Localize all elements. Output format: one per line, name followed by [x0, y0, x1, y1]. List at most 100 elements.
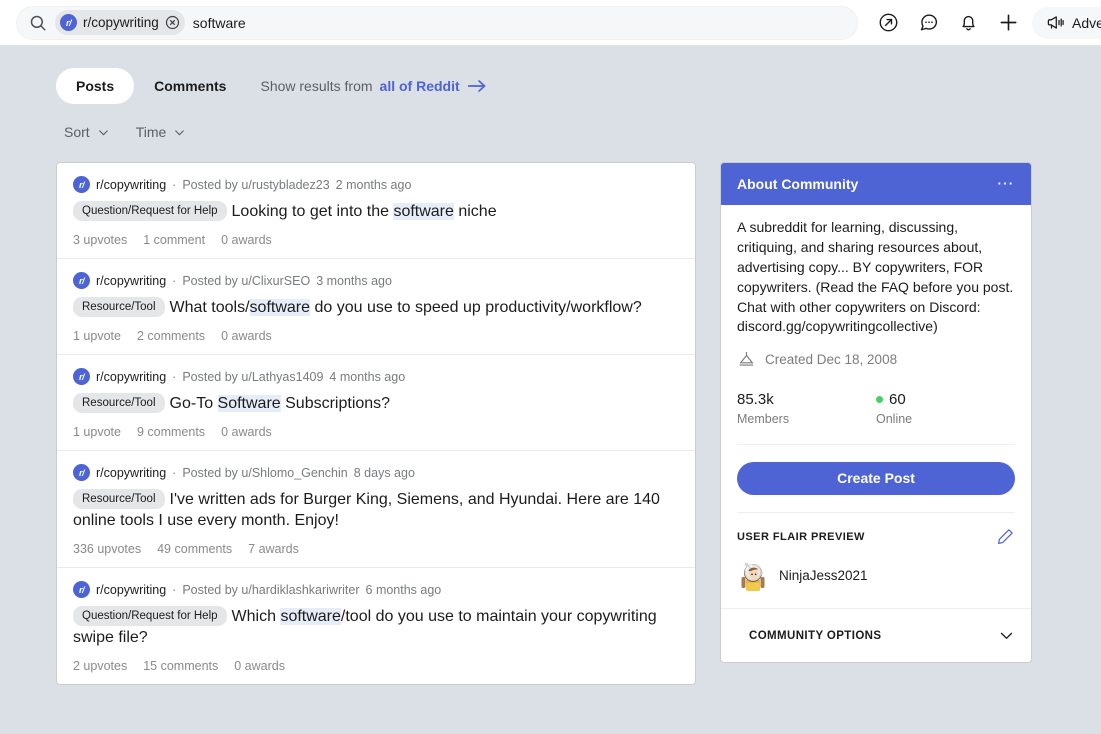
online-count: 60	[889, 391, 906, 408]
all-of-reddit-link[interactable]: all of Reddit	[380, 78, 460, 94]
search-result-tabs: Posts Comments Show results from all of …	[0, 46, 1101, 104]
post-title-post: do you use to speed up productivity/work…	[310, 299, 642, 316]
post-subreddit[interactable]: r/copywriting	[96, 370, 166, 384]
subreddit-icon: r/	[73, 581, 90, 598]
user-flair-header: USER FLAIR PREVIEW	[737, 527, 1015, 546]
subreddit-icon: r/	[73, 272, 90, 289]
post-author[interactable]: Posted by u/Shlomo_Genchin	[182, 466, 347, 480]
post-awards: 0 awards	[221, 425, 272, 439]
meta-separator: ·	[172, 466, 176, 480]
advertise-button[interactable]: Adve	[1032, 7, 1101, 39]
post-meta: r/ r/copywriting · Posted by u/hardiklas…	[73, 581, 679, 598]
post-title[interactable]: Question/Request for HelpWhich software/…	[73, 607, 679, 649]
arrow-right-icon[interactable]	[467, 78, 487, 94]
online-label: Online	[876, 412, 1015, 426]
post-title-highlight: software	[393, 203, 453, 220]
post-comments[interactable]: 15 comments	[143, 659, 218, 673]
post-meta: r/ r/copywriting · Posted by u/Lathyas14…	[73, 368, 679, 385]
post-subreddit[interactable]: r/copywriting	[96, 583, 166, 597]
post-title[interactable]: Question/Request for HelpLooking to get …	[73, 202, 679, 223]
overflow-menu-icon[interactable]: ⋯	[997, 180, 1016, 188]
meta-separator: ·	[172, 178, 176, 192]
post-comments[interactable]: 2 comments	[137, 329, 205, 343]
subreddit-filter-chip[interactable]: r/ r/copywriting	[55, 10, 185, 35]
chat-icon[interactable]	[912, 7, 944, 39]
show-results-from: Show results from all of Reddit	[260, 78, 486, 94]
subreddit-chip-label: r/copywriting	[83, 15, 159, 30]
post-upvotes: 1 upvote	[73, 329, 121, 343]
post-upvotes: 3 upvotes	[73, 233, 127, 247]
post-comments[interactable]: 1 comment	[143, 233, 205, 247]
notifications-bell-icon[interactable]	[952, 7, 984, 39]
pencil-icon[interactable]	[996, 527, 1015, 546]
post-title[interactable]: Resource/ToolGo-To Software Subscription…	[73, 394, 679, 415]
user-flair-row: NinjaJess2021	[737, 558, 1015, 592]
tab-posts[interactable]: Posts	[56, 68, 134, 104]
post-awards: 0 awards	[221, 233, 272, 247]
table-row[interactable]: r/ r/copywriting · Posted by u/ClixurSEO…	[57, 259, 695, 355]
megaphone-icon	[1046, 13, 1065, 32]
create-post-button[interactable]: Create Post	[737, 462, 1015, 495]
post-comments[interactable]: 9 comments	[137, 425, 205, 439]
post-subreddit[interactable]: r/copywriting	[96, 466, 166, 480]
meta-separator: ·	[172, 274, 176, 288]
post-meta: r/ r/copywriting · Posted by u/ClixurSEO…	[73, 272, 679, 289]
community-options-label: COMMUNITY OPTIONS	[749, 630, 881, 642]
table-row[interactable]: r/ r/copywriting · Posted by u/Shlomo_Ge…	[57, 451, 695, 568]
header-actions: Adve	[872, 7, 1101, 39]
post-meta: r/ r/copywriting · Posted by u/Shlomo_Ge…	[73, 464, 679, 481]
community-options-row[interactable]: COMMUNITY OPTIONS	[721, 608, 1031, 662]
community-created: Created Dec 18, 2008	[737, 350, 1015, 369]
community-stats: 85.3k Members 60 Online	[737, 391, 1015, 445]
main-columns: r/ r/copywriting · Posted by u/rustyblad…	[0, 140, 1101, 685]
search-icon	[29, 14, 47, 32]
post-author[interactable]: Posted by u/Lathyas1409	[182, 370, 323, 384]
post-subreddit[interactable]: r/copywriting	[96, 274, 166, 288]
post-comments[interactable]: 49 comments	[157, 542, 232, 556]
create-plus-icon[interactable]	[992, 7, 1024, 39]
members-count: 85.3k	[737, 391, 876, 408]
post-author[interactable]: Posted by u/rustybladez23	[182, 178, 329, 192]
chevron-down-icon[interactable]	[998, 627, 1015, 644]
sort-dropdown[interactable]: Sort	[64, 124, 110, 140]
table-row[interactable]: r/ r/copywriting · Posted by u/Lathyas14…	[57, 355, 695, 451]
popular-icon[interactable]	[872, 7, 904, 39]
table-row[interactable]: r/ r/copywriting · Posted by u/hardiklas…	[57, 568, 695, 684]
cake-icon	[737, 350, 756, 369]
search-bar[interactable]: r/ r/copywriting	[16, 6, 858, 40]
meta-separator: ·	[172, 583, 176, 597]
post-flair[interactable]: Resource/Tool	[73, 297, 165, 318]
post-upvotes: 1 upvote	[73, 425, 121, 439]
post-flair[interactable]: Resource/Tool	[73, 393, 165, 414]
post-awards: 7 awards	[248, 542, 299, 556]
post-age: 8 days ago	[354, 466, 415, 480]
time-dropdown[interactable]: Time	[136, 124, 187, 140]
post-awards: 0 awards	[221, 329, 272, 343]
post-stats: 1 upvote 9 comments 0 awards	[73, 425, 679, 439]
flair-username: NinjaJess2021	[779, 568, 868, 583]
post-age: 4 months ago	[329, 370, 405, 384]
post-stats: 1 upvote 2 comments 0 awards	[73, 329, 679, 343]
chevron-down-icon	[97, 126, 110, 139]
snoo-avatar	[737, 558, 769, 592]
post-title[interactable]: Resource/ToolI've written ads for Burger…	[73, 490, 679, 532]
post-flair[interactable]: Question/Request for Help	[73, 201, 227, 222]
post-age: 2 months ago	[336, 178, 412, 192]
post-author[interactable]: Posted by u/ClixurSEO	[182, 274, 310, 288]
post-meta: r/ r/copywriting · Posted by u/rustyblad…	[73, 176, 679, 193]
online-stat: 60 Online	[876, 391, 1015, 426]
post-upvotes: 2 upvotes	[73, 659, 127, 673]
post-title[interactable]: Resource/ToolWhat tools/software do you …	[73, 298, 679, 319]
close-icon[interactable]	[165, 15, 180, 30]
table-row[interactable]: r/ r/copywriting · Posted by u/rustyblad…	[57, 163, 695, 259]
post-title-highlight: Software	[218, 395, 281, 412]
post-subreddit[interactable]: r/copywriting	[96, 178, 166, 192]
tab-comments[interactable]: Comments	[134, 68, 246, 104]
post-stats: 336 upvotes 49 comments 7 awards	[73, 542, 679, 556]
post-flair[interactable]: Resource/Tool	[73, 489, 165, 510]
search-input[interactable]	[193, 15, 845, 31]
meta-separator: ·	[172, 370, 176, 384]
post-flair[interactable]: Question/Request for Help	[73, 606, 227, 627]
post-title-highlight: software	[280, 608, 340, 625]
post-author[interactable]: Posted by u/hardiklashkariwriter	[182, 583, 359, 597]
